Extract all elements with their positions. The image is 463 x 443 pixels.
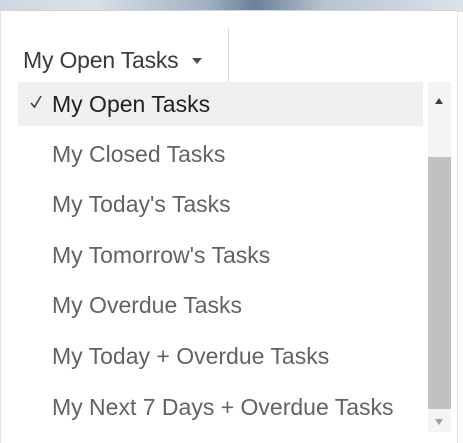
view-selector-label: My Open Tasks <box>23 46 179 73</box>
scroll-down-arrow-icon[interactable] <box>435 419 443 425</box>
menu-option-my-closed-tasks[interactable]: My Closed Tasks <box>18 132 423 176</box>
scrollbar-thumb[interactable] <box>428 157 451 409</box>
menu-option-label: My Open Tasks <box>52 90 211 117</box>
menu-option-my-overdue-tasks[interactable]: My Overdue Tasks <box>18 283 423 327</box>
menu-option-my-todays-tasks[interactable]: My Today's Tasks <box>18 182 423 226</box>
menu-option-label: My Today + Overdue Tasks <box>52 342 330 369</box>
menu-scrollbar[interactable] <box>428 82 451 432</box>
caret-down-icon <box>192 58 203 64</box>
scroll-up-arrow-icon[interactable] <box>435 98 443 104</box>
checkmark-icon <box>30 95 42 109</box>
menu-option-my-today-overdue-tasks[interactable]: My Today + Overdue Tasks <box>18 334 423 378</box>
menu-option-my-open-tasks[interactable]: My Open Tasks <box>18 82 423 126</box>
menu-option-my-tomorrows-tasks[interactable]: My Tomorrow's Tasks <box>18 233 423 277</box>
view-dropdown-menu: My Open Tasks My Closed Tasks My Today's… <box>18 82 455 439</box>
menu-option-label: My Closed Tasks <box>52 140 226 167</box>
menu-option-my-next-7-days-overdue-tasks[interactable]: My Next 7 Days + Overdue Tasks <box>18 385 423 429</box>
menu-option-label: My Tomorrow's Tasks <box>52 241 271 268</box>
menu-option-label: My Next 7 Days + Overdue Tasks <box>52 393 394 420</box>
menu-option-label: My Overdue Tasks <box>52 291 243 318</box>
menu-option-label: My Today's Tasks <box>52 190 231 217</box>
